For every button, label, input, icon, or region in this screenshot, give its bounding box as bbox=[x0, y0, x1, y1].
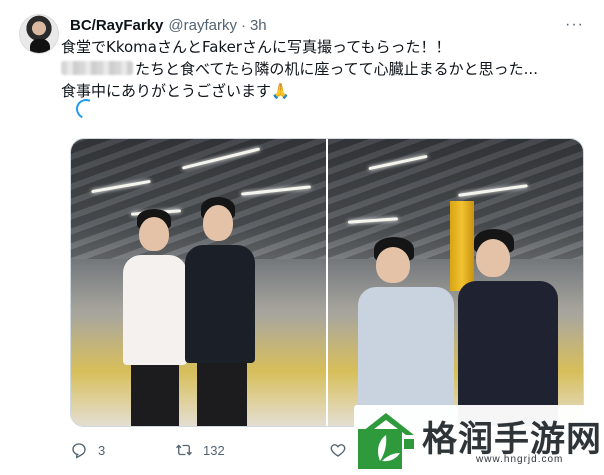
action-bar: 3 132 338 bbox=[70, 441, 379, 459]
reply-icon bbox=[72, 443, 86, 459]
more-icon[interactable]: ··· bbox=[565, 16, 584, 34]
like-icon bbox=[330, 444, 346, 457]
reply-count: 3 bbox=[98, 442, 106, 458]
retweet-icon bbox=[176, 444, 192, 456]
reply-button[interactable]: 3 bbox=[70, 441, 175, 459]
handle[interactable]: @rayfarky bbox=[168, 17, 237, 34]
watermark-url: www.hngrjd.com bbox=[476, 454, 564, 465]
tweet-text-line-1: 食堂でKkomaさんとFakerさんに写真撮ってもらった！！ bbox=[61, 38, 451, 56]
display-name[interactable]: BC/RayFarky bbox=[70, 17, 163, 34]
tweet-text-line-2: たちと食べてたら隣の机に座ってて心臓止まるかと思った... bbox=[61, 58, 581, 80]
retweet-count: 132 bbox=[203, 442, 225, 458]
watermark: 格润手游网 www.hngrjd.com bbox=[354, 405, 601, 471]
separator-dot: · bbox=[240, 16, 246, 34]
tweet-text-line-3: 食事中にありがとうございます🙏 bbox=[61, 82, 290, 100]
retweet-button[interactable]: 132 bbox=[175, 441, 329, 459]
avatar[interactable] bbox=[19, 14, 59, 54]
watermark-logo bbox=[358, 413, 414, 469]
blurred-names bbox=[61, 61, 133, 75]
photo-left[interactable] bbox=[71, 139, 326, 426]
timestamp[interactable]: 3h bbox=[250, 17, 267, 34]
photo-right[interactable] bbox=[328, 139, 583, 426]
tweet-header: BC/RayFarky @rayfarky · 3h bbox=[70, 16, 267, 34]
media-grid bbox=[70, 138, 584, 427]
tweet-text-line-2-text: たちと食べてたら隣の机に座ってて心臓止まるかと思った... bbox=[135, 60, 538, 78]
